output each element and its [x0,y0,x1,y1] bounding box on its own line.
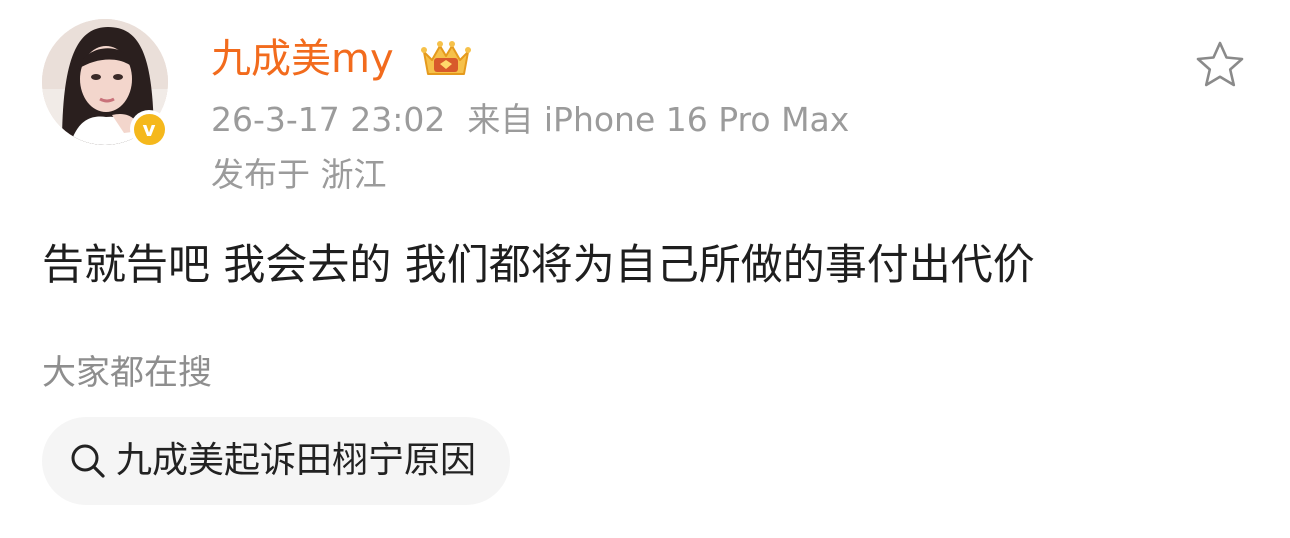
post-meta: 26-3-17 23:02 来自 iPhone 16 Pro Max [211,98,849,142]
crown-icon[interactable] [418,38,474,80]
favorite-star-icon[interactable] [1194,39,1246,89]
search-icon [71,444,105,478]
related-search-title: 大家都在搜 [42,353,212,393]
post-source: 来自 iPhone 16 Pro Max [467,100,850,139]
verified-icon: v [133,113,165,145]
related-search-query: 九成美起诉田栩宁原因 [116,440,477,481]
related-search-chip[interactable]: 九成美起诉田栩宁原因 [42,417,511,505]
post-timestamp: 26-3-17 23:02 [211,100,446,139]
verified-badge: v [130,110,168,148]
post-text: 告就告吧 我会去的 我们都将为自己所做的事付出代价 [42,240,1035,289]
author-name[interactable]: 九成美my [211,33,394,85]
post-location: 发布于 浙江 [211,155,387,194]
